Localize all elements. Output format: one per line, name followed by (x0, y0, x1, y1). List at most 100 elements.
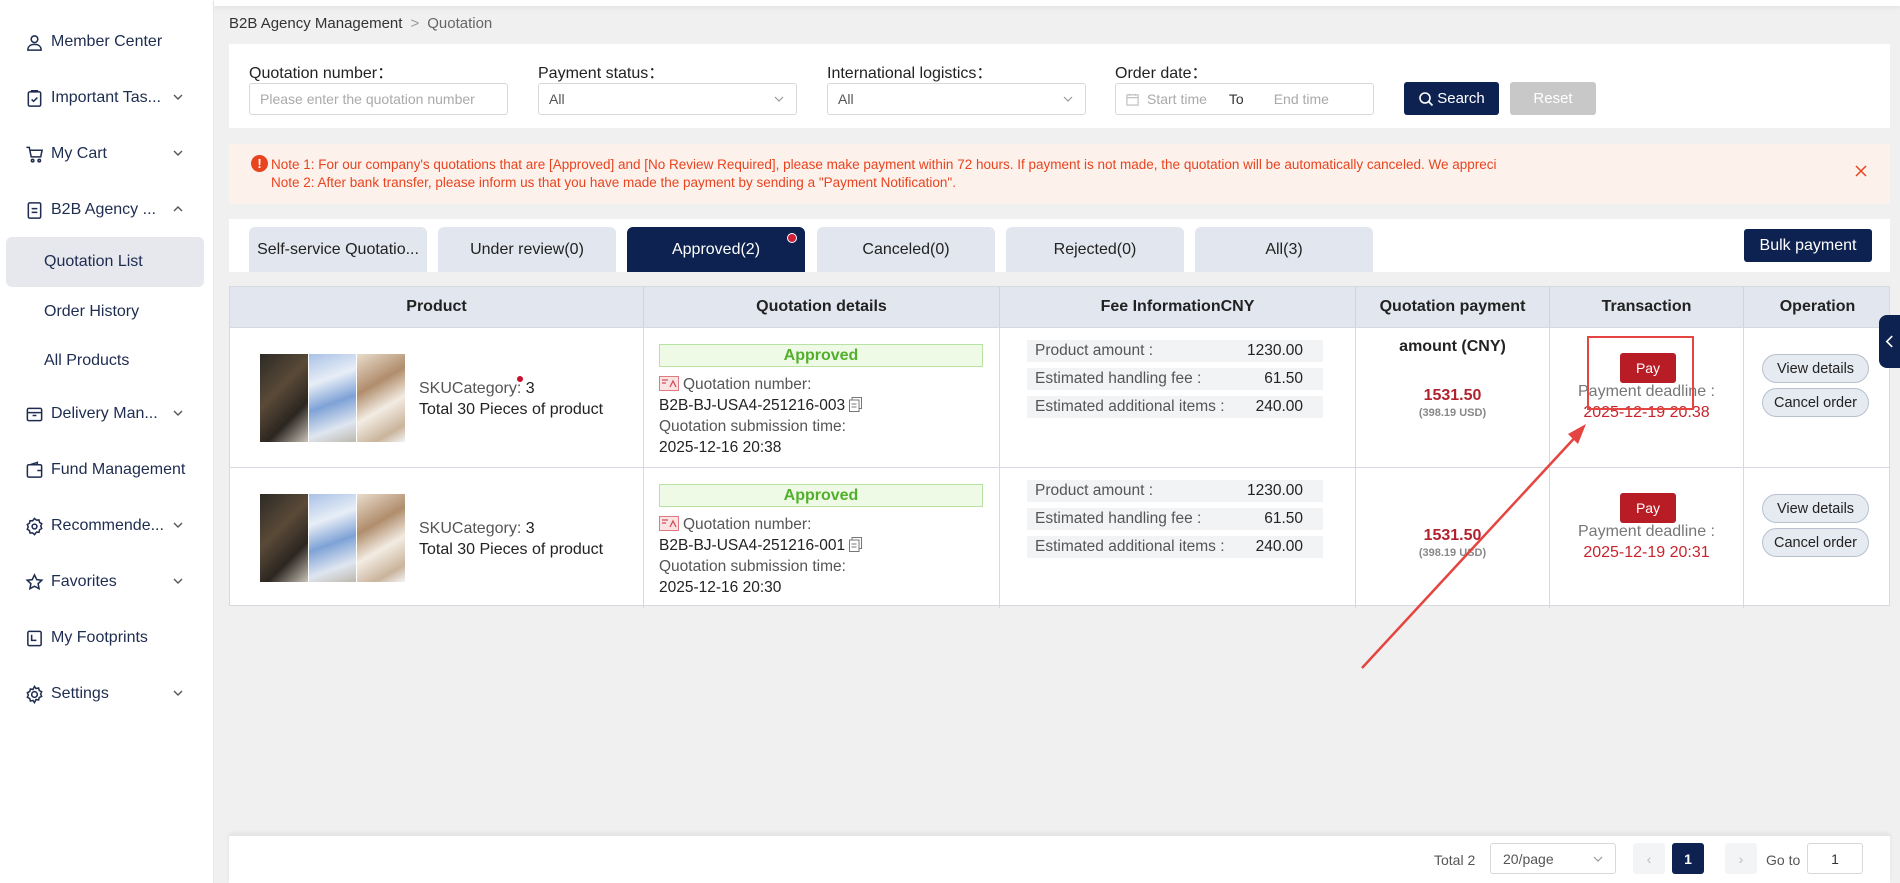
end-time-placeholder[interactable]: End time (1274, 91, 1329, 107)
fee-label: Product amount : (1035, 482, 1154, 499)
payment-status-select[interactable]: All (538, 83, 797, 115)
quotation-number-input[interactable]: Please enter the quotation number (249, 83, 508, 115)
chevron-left-icon: ‹ (1646, 850, 1652, 867)
collapse-panel-button[interactable] (1879, 315, 1900, 368)
start-time-placeholder[interactable]: Start time (1147, 91, 1207, 107)
cancel-order-button[interactable]: Cancel order (1762, 388, 1869, 417)
cancel-order-button[interactable]: Cancel order (1762, 528, 1869, 557)
nav-b2b-agency[interactable]: B2B Agency ... (0, 190, 214, 230)
goto-page-input[interactable]: 1 (1807, 843, 1863, 874)
nav-favorites[interactable]: Favorites (0, 562, 214, 602)
header-quotation-details: Quotation details (644, 287, 1000, 327)
sku-label: SKUCategory: (419, 520, 526, 537)
nav-label: Settings (51, 685, 109, 702)
chevron-down-icon (774, 96, 784, 102)
bulk-payment-button[interactable]: Bulk payment (1744, 229, 1872, 262)
page-size-select[interactable]: 20/page (1490, 843, 1616, 874)
payment-status-label: Payment status： (538, 65, 665, 82)
copy-icon[interactable] (849, 397, 863, 412)
product-thumbnails[interactable] (260, 494, 406, 582)
nav-label: Member Center (51, 33, 163, 50)
sku-category: SKUCategory: 3 (419, 380, 535, 398)
sku-label: SKUCategory: (419, 380, 526, 397)
close-icon[interactable] (1854, 164, 1868, 178)
quotation-icon (659, 516, 679, 531)
reset-label: Reset (1533, 90, 1573, 107)
nav-important-tasks[interactable]: Important Tas... (0, 78, 214, 118)
page-number-current[interactable]: 1 (1672, 843, 1704, 874)
product-image (260, 354, 308, 442)
fee-value: 1230.00 (1246, 482, 1303, 499)
logistics-label: International logistics： (827, 65, 993, 82)
view-details-button[interactable]: View details (1762, 354, 1869, 383)
nav-settings[interactable]: Settings (0, 674, 214, 714)
tab-label: Canceled(0) (862, 240, 950, 258)
sidebar-item-all-products[interactable]: All Products (6, 336, 204, 386)
total-pieces: Total 30 Pieces of product (419, 401, 604, 418)
goto-label: Go to (1766, 852, 1801, 868)
prev-page-button[interactable]: ‹ (1633, 843, 1665, 874)
breadcrumb-separator-icon: > (410, 15, 420, 32)
tab-label: Under review(0) (470, 240, 584, 258)
gear-icon (24, 684, 44, 704)
nav-label: My Footprints (51, 629, 148, 646)
amount-label: amount (CNY) (1399, 338, 1506, 355)
product-thumbnails[interactable] (260, 354, 406, 442)
order-date-range[interactable]: Start time To End time (1115, 83, 1374, 115)
quotation-number-row: Quotation number: (659, 516, 811, 534)
header-fee-information: Fee InformationCNY (1000, 287, 1356, 327)
chevron-up-icon (173, 206, 183, 212)
chevron-down-icon (173, 150, 183, 156)
nav-member-center[interactable]: Member Center (0, 22, 214, 62)
chevron-down-icon (173, 410, 183, 416)
nav-label: Recommende... (51, 517, 164, 534)
tab-label: Rejected(0) (1053, 240, 1137, 258)
chevron-down-icon (173, 522, 183, 528)
view-details-button[interactable]: View details (1762, 494, 1869, 523)
quotation-number-value: B2B-BJ-USA4-251216-001 (659, 537, 846, 554)
wallet-icon (24, 460, 44, 480)
quotation-number-value-row: B2B-BJ-USA4-251216-001 (659, 537, 863, 555)
pagination: Total 2 20/page ‹ 1 › Go to 1 (229, 835, 1890, 883)
nav-my-footprints[interactable]: My Footprints (0, 618, 214, 658)
tab-under-review[interactable]: Under review(0) (438, 227, 616, 272)
chevron-right-icon: › (1738, 850, 1744, 867)
sidebar-item-order-history[interactable]: Order History (6, 287, 204, 337)
status-badge: Approved (659, 344, 983, 367)
pay-button[interactable]: Pay (1620, 493, 1676, 523)
nav-delivery-management[interactable]: Delivery Man... (0, 394, 214, 434)
next-page-button[interactable]: › (1725, 843, 1757, 874)
page-size-value: 20/page (1503, 850, 1554, 867)
fee-label: Estimated additional items : (1035, 538, 1225, 555)
product-image (308, 494, 357, 582)
breadcrumb-root[interactable]: B2B Agency Management (229, 15, 402, 32)
notice-banner: ! Note 1: For our company's quotations t… (229, 144, 1890, 204)
tab-label: Approved(2) (671, 240, 761, 258)
search-button[interactable]: Search (1404, 82, 1499, 115)
tab-canceled[interactable]: Canceled(0) (817, 227, 995, 272)
tab-self-service[interactable]: Self-service Quotatio... (249, 227, 427, 272)
nav-my-cart[interactable]: My Cart (0, 134, 214, 174)
sku-count: 3 (525, 380, 535, 397)
tab-approved[interactable]: Approved(2) (627, 227, 805, 272)
fee-value: 1230.00 (1246, 342, 1303, 359)
cart-icon (24, 144, 44, 164)
product-image (357, 354, 406, 442)
operation-cell: View details Cancel order (1744, 468, 1891, 608)
notification-dot (517, 376, 523, 382)
logistics-select[interactable]: All (827, 83, 1086, 115)
calendar-icon (1126, 93, 1139, 106)
tab-all[interactable]: All(3) (1195, 227, 1373, 272)
logistics-value: All (838, 91, 854, 107)
tab-label: Self-service Quotatio... (257, 240, 419, 258)
chevron-down-icon (173, 578, 183, 584)
reset-button[interactable]: Reset (1510, 82, 1596, 115)
nav-fund-management[interactable]: Fund Management (0, 450, 214, 490)
nav-recommended[interactable]: Recommende... (0, 506, 214, 546)
nav-label: B2B Agency ... (51, 201, 156, 218)
copy-icon[interactable] (849, 537, 863, 552)
sidebar-item-quotation-list[interactable]: Quotation List (6, 237, 204, 287)
quotation-icon (659, 376, 679, 391)
sku-category: SKUCategory: 3 (419, 520, 535, 538)
tab-rejected[interactable]: Rejected(0) (1006, 227, 1184, 272)
